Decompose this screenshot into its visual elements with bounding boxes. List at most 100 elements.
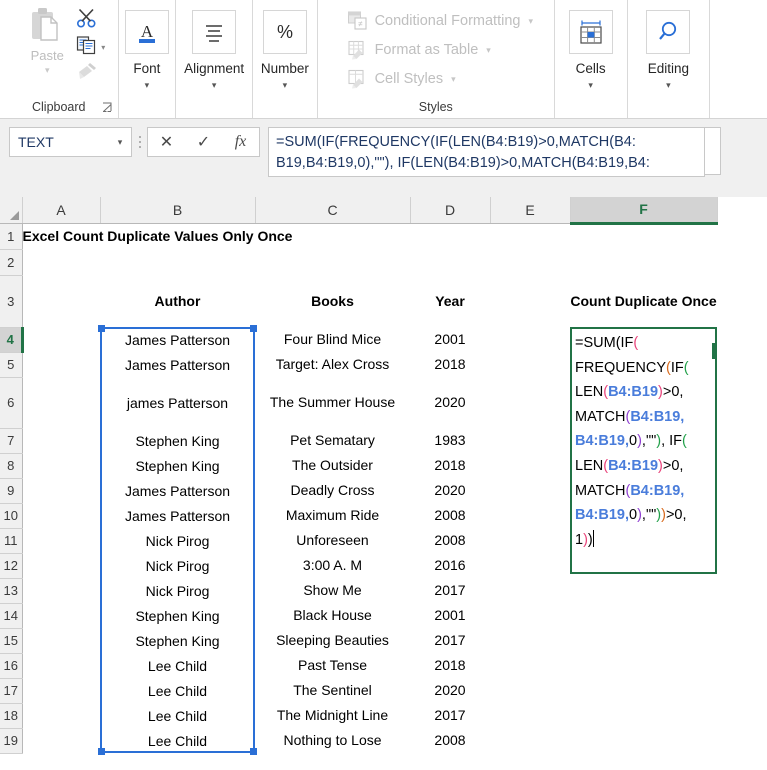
cell-A2[interactable] bbox=[22, 249, 100, 275]
row-header-6[interactable]: 6 bbox=[0, 377, 23, 429]
row-header-18[interactable]: 18 bbox=[0, 703, 23, 729]
editing-dropdown-caret[interactable]: ▾ bbox=[666, 81, 671, 90]
cell-book-11[interactable]: Unforeseen bbox=[255, 528, 410, 553]
cell-E9[interactable] bbox=[490, 478, 570, 503]
editor-resize-handle[interactable] bbox=[712, 343, 715, 359]
cell-A4[interactable] bbox=[22, 327, 100, 352]
cell-year-10[interactable]: 2008 bbox=[410, 503, 490, 528]
cell-book-9[interactable]: Deadly Cross bbox=[255, 478, 410, 503]
cell-E10[interactable] bbox=[490, 503, 570, 528]
row-header-17[interactable]: 17 bbox=[0, 678, 23, 704]
font-button[interactable]: A Font ▾ bbox=[124, 4, 169, 90]
cell-A5[interactable] bbox=[22, 352, 100, 377]
cell-A17[interactable] bbox=[22, 678, 100, 703]
cell-book-5[interactable]: Target: Alex Cross bbox=[255, 352, 410, 377]
cell-author-15[interactable]: Stephen King bbox=[100, 628, 255, 653]
cell-A7[interactable] bbox=[22, 428, 100, 453]
font-dropdown-caret[interactable]: ▾ bbox=[145, 81, 150, 90]
row-header-7[interactable]: 7 bbox=[0, 428, 23, 454]
row-header-1[interactable]: 1 bbox=[0, 223, 23, 250]
format-painter-button[interactable] bbox=[76, 62, 105, 86]
cell-editor-F4[interactable]: =SUM(IF(FREQUENCY(IF(LEN(B4:B19)>0, MATCH… bbox=[570, 327, 717, 574]
cell-styles-button[interactable]: Cell Styles ▾ bbox=[347, 66, 533, 92]
cell-author-11[interactable]: Nick Pirog bbox=[100, 528, 255, 553]
cell-year-6[interactable]: 2020 bbox=[410, 377, 490, 428]
cells-button[interactable]: Cells ▾ bbox=[568, 4, 613, 90]
cell-year-13[interactable]: 2017 bbox=[410, 578, 490, 603]
cell-A1-title[interactable]: Excel Count Duplicate Values Only Once bbox=[22, 223, 490, 249]
alignment-dropdown-caret[interactable]: ▾ bbox=[212, 81, 217, 90]
cell-book-13[interactable]: Show Me bbox=[255, 578, 410, 603]
cell-book-15[interactable]: Sleeping Beauties bbox=[255, 628, 410, 653]
cell-author-7[interactable]: Stephen King bbox=[100, 428, 255, 453]
header-count-duplicate-once[interactable]: Count Duplicate Once bbox=[570, 275, 717, 327]
column-header-E[interactable]: E bbox=[490, 197, 571, 224]
cell-F13[interactable] bbox=[570, 578, 717, 603]
row-header-10[interactable]: 10 bbox=[0, 503, 23, 529]
cell-year-19[interactable]: 2008 bbox=[410, 728, 490, 753]
enter-icon[interactable]: ✓ bbox=[188, 132, 220, 152]
cell-author-16[interactable]: Lee Child bbox=[100, 653, 255, 678]
cell-E13[interactable] bbox=[490, 578, 570, 603]
cell-book-4[interactable]: Four Blind Mice bbox=[255, 327, 410, 352]
number-dropdown-caret[interactable]: ▾ bbox=[283, 81, 288, 90]
name-box-dropdown-caret[interactable]: ▾ bbox=[109, 137, 131, 148]
cell-author-8[interactable]: Stephen King bbox=[100, 453, 255, 478]
cell-author-13[interactable]: Nick Pirog bbox=[100, 578, 255, 603]
cell-author-12[interactable]: Nick Pirog bbox=[100, 553, 255, 578]
cell-author-6[interactable]: james Patterson bbox=[100, 377, 255, 428]
cell-A18[interactable] bbox=[22, 703, 100, 728]
select-all-corner[interactable] bbox=[0, 197, 23, 224]
cell-author-10[interactable]: James Patterson bbox=[100, 503, 255, 528]
row-header-9[interactable]: 9 bbox=[0, 478, 23, 504]
cell-author-17[interactable]: Lee Child bbox=[100, 678, 255, 703]
cell-A19[interactable] bbox=[22, 728, 100, 753]
row-header-13[interactable]: 13 bbox=[0, 578, 23, 604]
cell-book-18[interactable]: The Midnight Line bbox=[255, 703, 410, 728]
cell-author-19[interactable]: Lee Child bbox=[100, 728, 255, 753]
cell-A15[interactable] bbox=[22, 628, 100, 653]
cell-author-18[interactable]: Lee Child bbox=[100, 703, 255, 728]
cell-E11[interactable] bbox=[490, 528, 570, 553]
cell-E4[interactable] bbox=[490, 327, 570, 352]
cell-E2[interactable] bbox=[490, 249, 570, 275]
formula-bar-scrollbar[interactable] bbox=[705, 127, 721, 175]
cell-E12[interactable] bbox=[490, 553, 570, 578]
cell-A3[interactable] bbox=[22, 275, 100, 327]
cell-B2[interactable] bbox=[100, 249, 255, 275]
row-header-12[interactable]: 12 bbox=[0, 553, 23, 579]
cell-book-19[interactable]: Nothing to Lose bbox=[255, 728, 410, 753]
cell-A16[interactable] bbox=[22, 653, 100, 678]
cell-year-4[interactable]: 2001 bbox=[410, 327, 490, 352]
cell-author-14[interactable]: Stephen King bbox=[100, 603, 255, 628]
conditional-formatting-button[interactable]: ≠ Conditional Formatting ▾ bbox=[347, 8, 533, 34]
cut-button[interactable] bbox=[76, 8, 105, 32]
cell-year-16[interactable]: 2018 bbox=[410, 653, 490, 678]
chevron-down-icon[interactable]: ▾ bbox=[451, 74, 456, 85]
cell-year-15[interactable]: 2017 bbox=[410, 628, 490, 653]
cell-F19[interactable] bbox=[570, 728, 717, 753]
cell-author-5[interactable]: James Patterson bbox=[100, 352, 255, 377]
cell-F14[interactable] bbox=[570, 603, 717, 628]
row-header-15[interactable]: 15 bbox=[0, 628, 23, 654]
row-header-19[interactable]: 19 bbox=[0, 728, 23, 754]
cell-year-11[interactable]: 2008 bbox=[410, 528, 490, 553]
cell-F17[interactable] bbox=[570, 678, 717, 703]
cells-dropdown-caret[interactable]: ▾ bbox=[588, 81, 593, 90]
cell-E14[interactable] bbox=[490, 603, 570, 628]
cell-year-17[interactable]: 2020 bbox=[410, 678, 490, 703]
cell-E15[interactable] bbox=[490, 628, 570, 653]
cell-year-7[interactable]: 1983 bbox=[410, 428, 490, 453]
cell-A12[interactable] bbox=[22, 553, 100, 578]
formula-input[interactable]: =SUM(IF(FREQUENCY(IF(LEN(B4:B19)>0,MATCH… bbox=[268, 127, 705, 177]
cell-A13[interactable] bbox=[22, 578, 100, 603]
paste-dropdown-caret[interactable]: ▾ bbox=[45, 66, 50, 75]
row-header-14[interactable]: 14 bbox=[0, 603, 23, 629]
cell-book-8[interactable]: The Outsider bbox=[255, 453, 410, 478]
cell-book-14[interactable]: Black House bbox=[255, 603, 410, 628]
cell-E6[interactable] bbox=[490, 377, 570, 428]
cell-F2[interactable] bbox=[570, 249, 717, 275]
column-header-D[interactable]: D bbox=[410, 197, 491, 224]
cell-author-9[interactable]: James Patterson bbox=[100, 478, 255, 503]
cell-E19[interactable] bbox=[490, 728, 570, 753]
